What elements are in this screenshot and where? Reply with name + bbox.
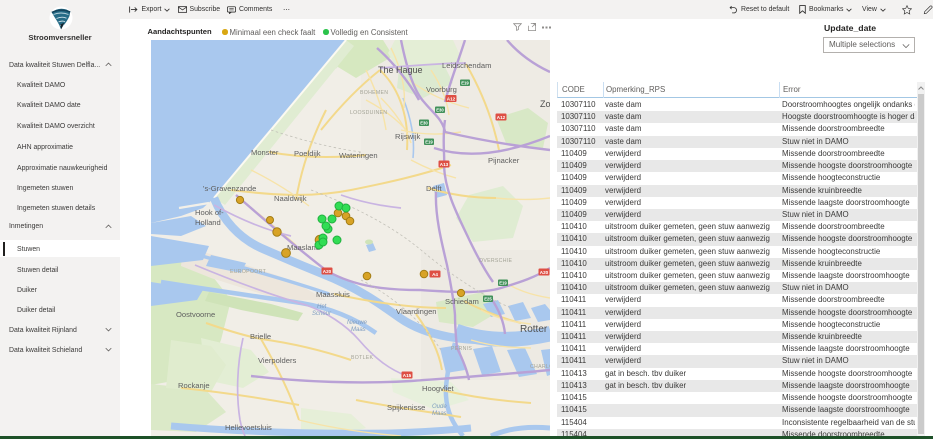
- svg-text:Wateringen: Wateringen: [339, 151, 378, 160]
- svg-text:Maassluis: Maassluis: [316, 290, 350, 299]
- svg-text:BOTLEK: BOTLEK: [351, 355, 374, 361]
- svg-text:The Hague: The Hague: [378, 65, 423, 75]
- svg-text:Schiedam: Schiedam: [445, 297, 479, 306]
- svg-text:Oostvoorne: Oostvoorne: [176, 310, 215, 319]
- svg-text:Pijnacker: Pijnacker: [488, 156, 520, 165]
- svg-text:OVERSCHIE: OVERSCHIE: [479, 258, 512, 264]
- svg-text:'s-Gravenzande: 's-Gravenzande: [203, 184, 256, 193]
- svg-text:A20: A20: [323, 269, 332, 274]
- svg-text:A20: A20: [540, 270, 549, 275]
- svg-text:Holland: Holland: [195, 218, 221, 227]
- svg-text:Monster: Monster: [251, 148, 279, 157]
- svg-text:PERNIS: PERNIS: [451, 346, 472, 352]
- svg-text:Rotter: Rotter: [520, 324, 548, 335]
- svg-text:Naaldwijk: Naaldwijk: [274, 194, 307, 203]
- svg-text:Delft: Delft: [426, 184, 443, 193]
- svg-text:Poeldijk: Poeldijk: [294, 149, 321, 158]
- svg-text:A12: A12: [447, 97, 456, 102]
- svg-text:Nieuwe: Nieuwe: [347, 320, 368, 326]
- svg-text:Maas: Maas: [351, 327, 366, 333]
- svg-text:LOOSDUINEN: LOOSDUINEN: [350, 110, 387, 116]
- svg-text:BOHEMEN: BOHEMEN: [360, 90, 388, 96]
- svg-text:E30: E30: [436, 108, 444, 113]
- svg-text:Voorburg: Voorburg: [426, 85, 457, 94]
- svg-text:E30: E30: [420, 121, 428, 126]
- svg-text:Zo: Zo: [540, 99, 550, 109]
- svg-text:Hellevoetsluis: Hellevoetsluis: [225, 423, 272, 432]
- svg-text:Leidschendam: Leidschendam: [442, 61, 491, 70]
- svg-text:A15: A15: [403, 373, 412, 378]
- svg-text:Spijkenisse: Spijkenisse: [387, 403, 425, 412]
- svg-text:Scheur: Scheur: [312, 311, 332, 317]
- svg-text:E19: E19: [425, 140, 433, 145]
- svg-text:A4: A4: [432, 272, 438, 277]
- svg-text:Vierpolders: Vierpolders: [258, 356, 296, 365]
- svg-text:Rijswijk: Rijswijk: [395, 132, 421, 141]
- svg-text:Oude: Oude: [432, 404, 447, 410]
- svg-text:Brielle: Brielle: [250, 332, 271, 341]
- svg-text:EUROPOORT: EUROPOORT: [230, 269, 267, 275]
- svg-text:CHARLO: CHARLO: [530, 364, 550, 370]
- svg-text:Vlaardingen: Vlaardingen: [396, 307, 437, 316]
- svg-text:Hook of-: Hook of-: [195, 208, 224, 217]
- svg-text:Rockanje: Rockanje: [178, 381, 210, 390]
- svg-text:E19: E19: [499, 281, 507, 286]
- svg-text:E25: E25: [484, 297, 492, 302]
- svg-text:A13: A13: [440, 162, 449, 167]
- svg-text:Maas: Maas: [432, 411, 447, 417]
- svg-text:Het: Het: [317, 304, 327, 310]
- svg-text:E19: E19: [461, 81, 469, 86]
- svg-text:Hoogvliet: Hoogvliet: [422, 384, 455, 393]
- svg-text:A12: A12: [497, 115, 506, 120]
